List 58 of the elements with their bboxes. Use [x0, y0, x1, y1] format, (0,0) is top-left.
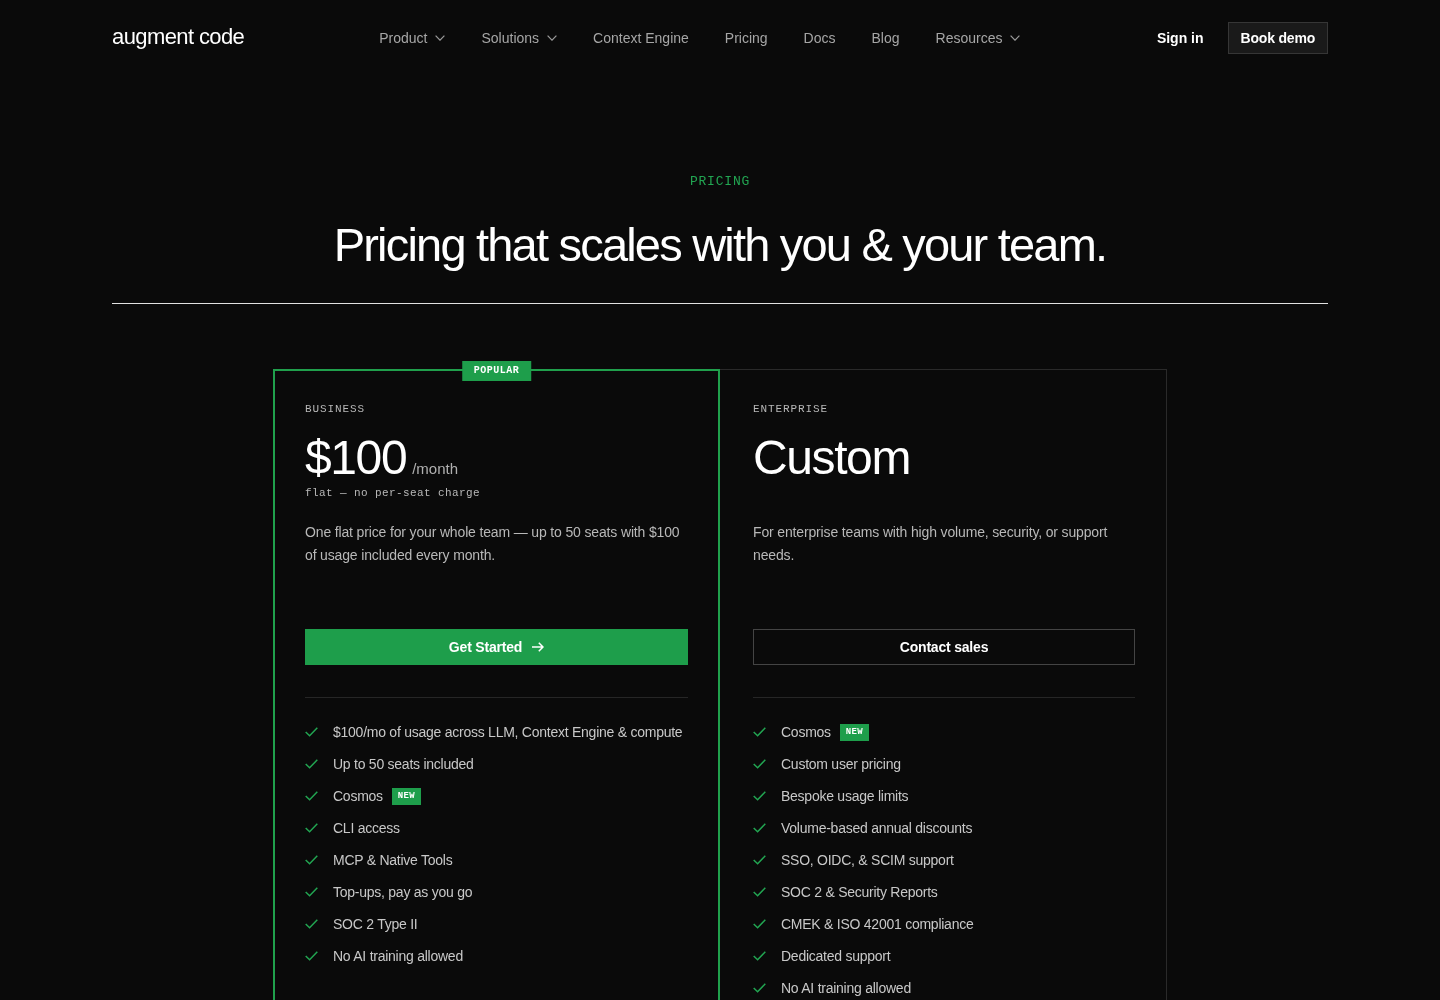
- feature-text: No AI training allowed: [333, 947, 463, 966]
- check-icon: [753, 887, 766, 897]
- nav-link[interactable]: Pricing: [724, 29, 768, 47]
- plan-price: $100: [305, 432, 407, 484]
- feature-text: Cosmos: [333, 787, 383, 806]
- price-period: /month: [412, 460, 459, 477]
- feature-text: SSO, OIDC, & SCIM support: [781, 851, 954, 870]
- nav-link[interactable]: Context Engine: [593, 29, 689, 47]
- check-icon: [753, 951, 766, 961]
- check-icon: [305, 951, 318, 961]
- feature-text: Bespoke usage limits: [781, 787, 909, 806]
- check-icon: [753, 759, 766, 769]
- contact-sales-button[interactable]: Contact sales: [753, 629, 1135, 665]
- book-demo-button[interactable]: Book demo: [1227, 22, 1328, 54]
- check-icon: [753, 727, 766, 737]
- check-icon: [753, 855, 766, 865]
- nav-link[interactable]: Solutions: [481, 29, 558, 47]
- nav-link[interactable]: Resources: [935, 29, 1021, 47]
- plan-label: BUSINESS: [305, 402, 365, 417]
- feature-text: SOC 2 & Security Reports: [781, 883, 938, 902]
- feature-text: Top-ups, pay as you go: [333, 883, 473, 902]
- check-icon: [305, 791, 318, 801]
- feature-text: MCP & Native Tools: [333, 851, 453, 870]
- nav-link[interactable]: Product: [379, 29, 446, 47]
- feature-text: Up to 50 seats included: [333, 755, 474, 774]
- section-eyebrow: PRICING: [689, 174, 751, 190]
- feature-text: Cosmos: [781, 723, 831, 742]
- feature-text: CMEK & ISO 42001 compliance: [781, 915, 974, 934]
- logo[interactable]: augment code: [112, 24, 245, 50]
- feature-text: $100/mo of usage across LLM, Context Engine & compute: [333, 723, 683, 742]
- check-icon: [753, 983, 766, 993]
- plan-price: Custom: [753, 432, 910, 484]
- feature-text: Custom user pricing: [781, 755, 901, 774]
- new-badge: NEW: [839, 723, 869, 741]
- check-icon: [305, 919, 318, 929]
- feature-text: Volume-based annual discounts: [781, 819, 973, 838]
- popular-badge: POPULAR: [461, 361, 532, 381]
- check-icon: [753, 919, 766, 929]
- feature-text: CLI access: [333, 819, 400, 838]
- check-icon: [753, 791, 766, 801]
- plan-description: For enterprise teams with high volume, security, or support needs.: [753, 523, 1109, 565]
- sign-in-link[interactable]: Sign in: [1156, 29, 1204, 47]
- new-badge: NEW: [391, 787, 421, 805]
- nav-link[interactable]: Blog: [871, 29, 900, 47]
- plan-description: One flat price for your whole team — up to 50 seats with $100 of usage included every month.: [305, 523, 681, 565]
- check-icon: [753, 823, 766, 833]
- feature-text: Dedicated support: [781, 947, 891, 966]
- feature-text: SOC 2 Type II: [333, 915, 418, 934]
- check-icon: [305, 727, 318, 737]
- check-icon: [305, 855, 318, 865]
- nav-link[interactable]: Docs: [803, 29, 836, 47]
- feature-text: No AI training allowed: [781, 979, 911, 998]
- check-icon: [305, 887, 318, 897]
- price-note: flat — no per-seat charge: [305, 486, 481, 500]
- check-icon: [305, 759, 318, 769]
- plan-label: ENTERPRISE: [753, 402, 828, 417]
- check-icon: [305, 823, 318, 833]
- page-heading: Pricing that scales with you & your team.: [333, 217, 1107, 273]
